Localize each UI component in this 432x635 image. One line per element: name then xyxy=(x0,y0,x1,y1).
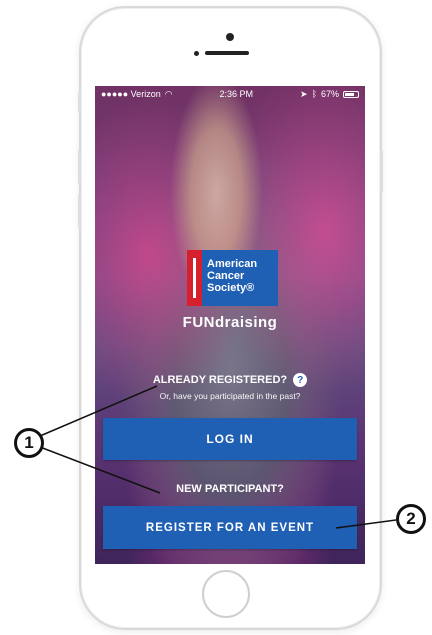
app-title: FUNdraising xyxy=(182,314,278,331)
wifi-icon: ◠ xyxy=(164,88,173,99)
phone-side-button-left-1 xyxy=(78,92,81,112)
already-registered-label: ALREADY REGISTERED? xyxy=(152,374,288,386)
earpiece-speaker xyxy=(205,51,249,55)
clock: 2:36 PM xyxy=(219,89,254,99)
callout-1: 1 xyxy=(14,428,44,458)
register-for-event-button[interactable]: REGISTER FOR AN EVENT xyxy=(103,506,357,549)
logo-line-2: Cancer xyxy=(207,270,245,282)
location-icon: ➤ xyxy=(300,88,308,99)
phone-side-button-left-3 xyxy=(78,194,81,228)
proximity-sensor xyxy=(194,51,199,56)
sword-icon xyxy=(193,258,196,298)
phone-side-button-right xyxy=(380,150,383,192)
help-icon[interactable]: ? xyxy=(293,373,308,387)
battery-percent: 67% xyxy=(320,89,339,99)
logo-line-3: Society® xyxy=(207,282,255,294)
home-button[interactable] xyxy=(202,570,250,618)
already-registered-row: ALREADY REGISTERED? ? xyxy=(95,373,365,387)
carrier-label: ●●●●● Verizon xyxy=(101,89,161,99)
new-participant-label: NEW PARTICIPANT? xyxy=(176,483,284,495)
front-camera xyxy=(226,33,234,41)
participated-subtext: Or, have you participated in the past? xyxy=(159,391,301,401)
logo-wordmark: American Cancer Society® xyxy=(207,258,257,294)
phone-side-button-left-2 xyxy=(78,150,81,184)
status-bar: ●●●●● Verizon ◠ 2:36 PM ➤ ᛒ 67% xyxy=(95,86,365,102)
logo-line-1: American xyxy=(207,258,258,270)
callout-2: 2 xyxy=(396,504,426,534)
log-in-button[interactable]: LOG IN xyxy=(103,418,357,460)
american-cancer-society-logo: American Cancer Society® xyxy=(187,250,278,306)
battery-icon xyxy=(343,90,359,98)
app-screen: ●●●●● Verizon ◠ 2:36 PM ➤ ᛒ 67% American… xyxy=(95,86,365,564)
bluetooth-icon: ᛒ xyxy=(311,89,317,99)
